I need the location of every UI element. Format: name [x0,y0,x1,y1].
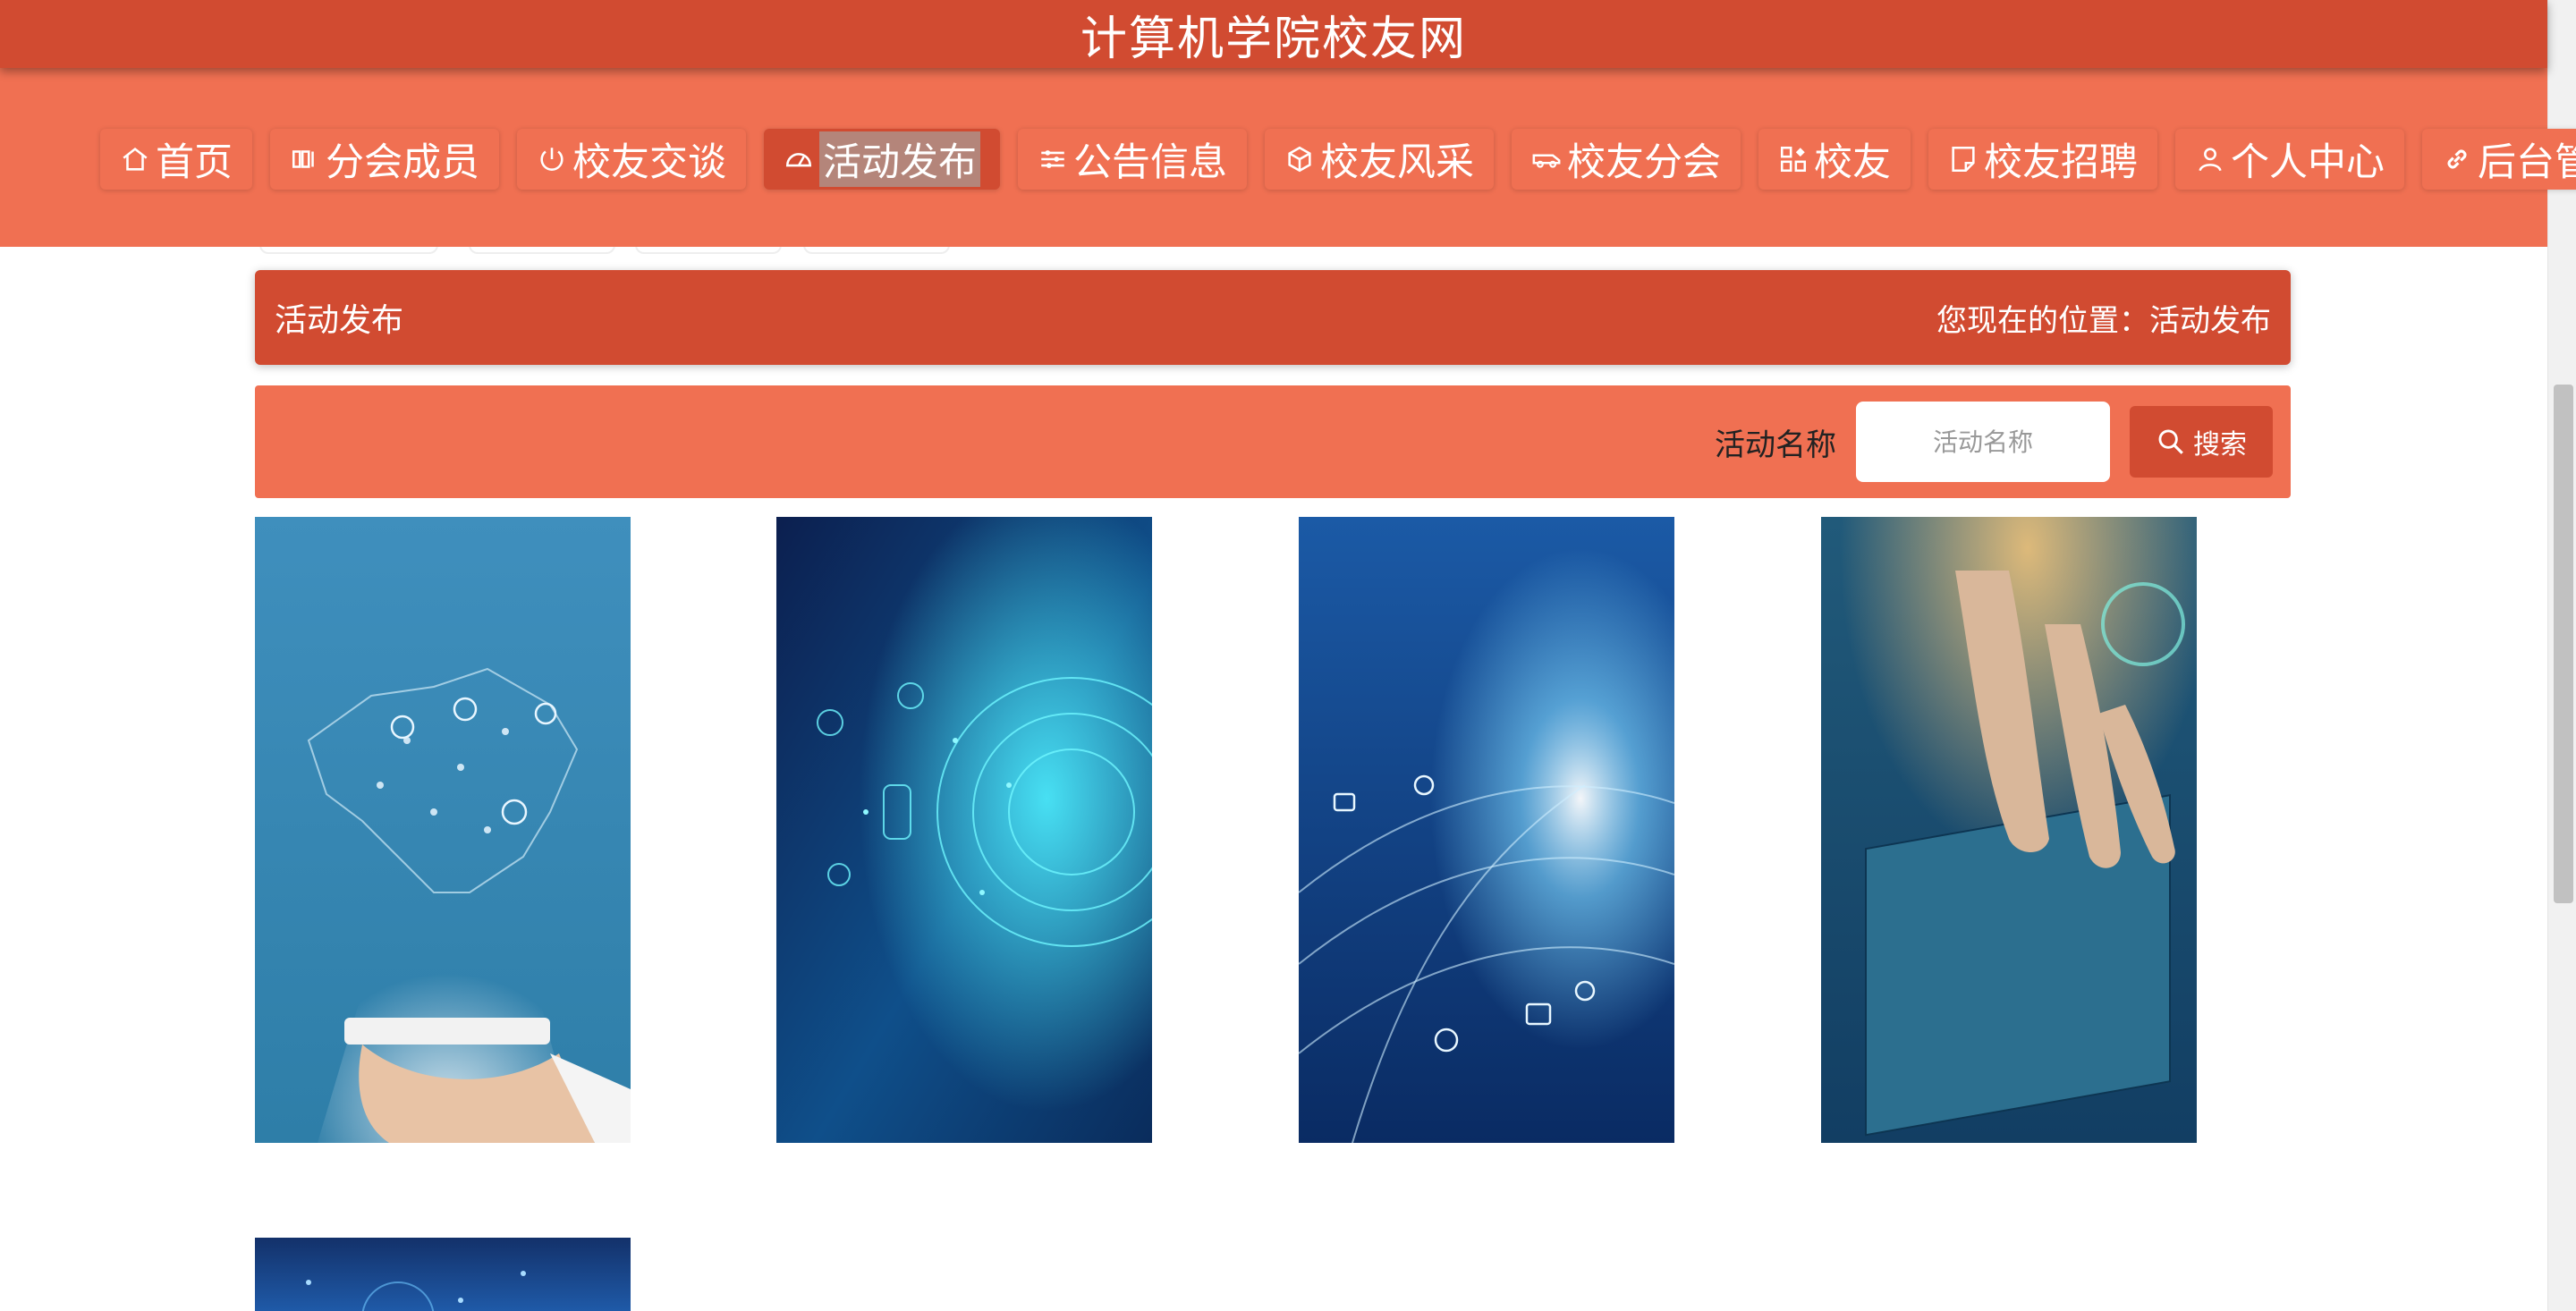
nav-item-activities[interactable]: 活动发布 [764,129,1000,190]
user-icon [2195,144,2225,174]
breadcrumb-current[interactable]: 活动发布 [2149,296,2271,340]
home-icon [120,144,150,174]
site-header: 计算机学院校友网 [0,0,2547,68]
car-icon [1531,144,1562,174]
nav-item-home[interactable]: 首页 [100,129,252,190]
breadcrumb-bar: 活动发布 您现在的位置： 活动发布 [255,270,2291,365]
nav-item-recruitment[interactable]: 校友招聘 [1928,129,2157,190]
main-nav: 首页 分会成员 校友交谈 活动发布 公告信息 校友风采 校友分会 校友 校友招聘… [100,125,2576,193]
nav-item-showcase[interactable]: 校友风采 [1265,129,1494,190]
link-icon [2442,144,2472,174]
nav-item-admin[interactable]: 后台管理 [2422,129,2576,190]
gauge-icon [784,144,814,174]
search-icon [2158,429,2183,454]
search-button-label: 搜索 [2193,429,2247,461]
site-title: 计算机学院校友网 [1080,12,1467,66]
power-icon [537,144,567,174]
activity-card-image[interactable] [776,517,1152,1143]
breadcrumb: 您现在的位置： 活动发布 [1936,296,2271,340]
search-input[interactable] [1856,402,2110,482]
activity-card-image[interactable] [255,1238,631,1311]
nav-item-profile[interactable]: 个人中心 [2175,129,2404,190]
search-label: 活动名称 [1715,427,1836,463]
search-button[interactable]: 搜索 [2130,406,2273,478]
nav-item-announcements[interactable]: 公告信息 [1018,129,1247,190]
grid-icon [1778,144,1809,174]
breadcrumb-prefix: 您现在的位置： [1936,302,2149,339]
activity-card-image[interactable] [1299,517,1674,1143]
cube-icon [1284,144,1315,174]
activity-card-image[interactable] [1821,517,2197,1143]
search-bar: 活动名称 搜索 [255,385,2291,498]
activity-card-image[interactable] [255,517,631,1143]
members-icon [290,144,320,174]
note-icon [1948,144,1979,174]
sliders-icon [1038,144,1068,174]
scrollbar-thumb[interactable] [2554,385,2573,903]
nav-band: 首页 分会成员 校友交谈 活动发布 公告信息 校友风采 校友分会 校友 校友招聘… [0,68,2576,247]
nav-item-chat[interactable]: 校友交谈 [517,129,746,190]
nav-item-alumni[interactable]: 校友 [1758,129,1911,190]
scrollbar[interactable] [2547,0,2576,1311]
page-title: 活动发布 [275,302,404,339]
nav-item-branches[interactable]: 校友分会 [1512,129,1741,190]
nav-item-members[interactable]: 分会成员 [270,129,499,190]
